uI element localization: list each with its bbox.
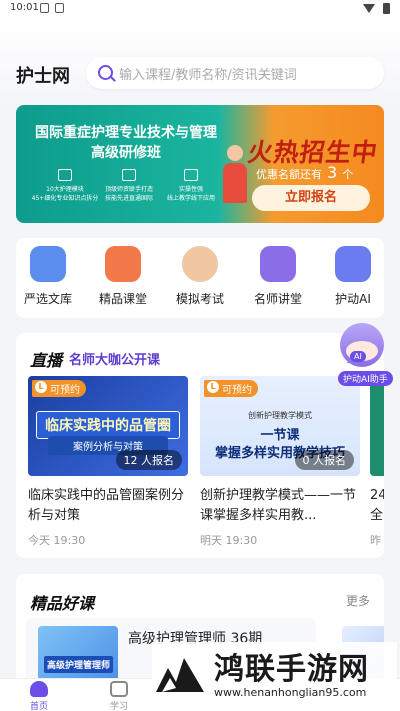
thumb-title: 临床实践中的品管圈 xyxy=(36,411,180,439)
live-card-thumbnail xyxy=(370,376,384,476)
feature-icon xyxy=(58,169,72,181)
status-notification-icons xyxy=(40,3,64,13)
notification-icon xyxy=(40,3,49,13)
status-bar: 10:01 xyxy=(0,0,400,18)
feature-line2: 45+细化专业知识点拆分 xyxy=(31,195,99,202)
live-heading: 直播 xyxy=(30,351,63,370)
tab-label: 学习 xyxy=(109,702,128,711)
search-input[interactable]: 输入课程/教师名称/资讯关键词 xyxy=(86,57,384,89)
quality-more-link[interactable]: 更多 xyxy=(346,592,370,609)
live-card-title: 临床实践中的品管圈案例分析与对策 xyxy=(28,488,185,523)
banner-feature: 10大护理模块 45+细化专业知识点拆分 xyxy=(30,169,100,203)
banner-illustration xyxy=(222,145,248,207)
live-card-title: 创新护理教学模式——一节课掌握多样实用教... xyxy=(200,488,357,523)
banner-title-line2: 高级研修班 xyxy=(91,145,161,161)
category-label: 模拟考试 xyxy=(175,292,224,306)
feature-line1: 顶级师资联手打造 xyxy=(104,186,153,193)
battery-icon xyxy=(383,3,390,14)
watermark: 鸿联手游网 www.henanhonglian95.com xyxy=(152,642,397,706)
banner-feature: 顶级师资联手打造 技能先进直通国际 xyxy=(94,169,164,203)
category-label: 严选文库 xyxy=(23,292,72,306)
promo-banner[interactable]: 国际重症护理专业技术与管理 高级研修班 10大护理模块 45+细化专业知识点拆分… xyxy=(16,105,384,223)
category-courses[interactable]: 精品课堂 xyxy=(88,246,158,307)
thumb-line2: 一节课 xyxy=(260,428,300,443)
feature-line1: 实操性强 xyxy=(178,186,203,193)
banner-title-line1: 国际重症护理专业技术与管理 xyxy=(35,125,217,141)
tab-home[interactable]: 首页 xyxy=(14,681,64,711)
category-teachers[interactable]: 名师讲堂 xyxy=(243,246,313,307)
wifi-icon xyxy=(363,4,375,13)
watermark-text: 鸿联手游网 xyxy=(214,652,369,687)
course-thumb-text: 高级护理管理师 xyxy=(44,656,114,673)
thumb-line1: 创新护理教学模式 xyxy=(248,411,312,420)
live-card-title: 24 全 xyxy=(370,488,384,523)
register-now-button[interactable]: 立即报名 xyxy=(252,185,370,211)
diamond-icon xyxy=(105,246,141,282)
reservable-badge: 可预约 xyxy=(32,380,86,397)
watermark-url: www.henanhonglian95.com xyxy=(214,686,367,699)
tab-label: 首页 xyxy=(29,702,48,711)
ai-icon xyxy=(335,246,371,282)
tab-study[interactable]: 学习 xyxy=(94,681,144,711)
live-card[interactable]: 可预约 创新护理教学模式 一节课 掌握多样实用教学技巧 0 人报名 创新护理教学… xyxy=(200,376,360,548)
banner-title: 国际重症护理专业技术与管理 高级研修班 xyxy=(26,123,226,163)
status-time: 10:01 xyxy=(10,2,39,13)
live-card[interactable]: 可预约 临床实践中的品管圈 案例分析与对策 12 人报名 临床实践中的品管圈案例… xyxy=(28,376,188,548)
header: 护士网 输入课程/教师名称/资讯关键词 xyxy=(0,18,400,108)
category-mock-exam[interactable]: 模拟考试 xyxy=(165,246,235,307)
live-card-thumbnail: 可预约 创新护理教学模式 一节课 掌握多样实用教学技巧 0 人报名 xyxy=(200,376,360,476)
banner-subtext: 优惠名额还有 3 个 xyxy=(256,163,354,182)
ai-assistant-float[interactable]: AI 护动AI助手 xyxy=(332,323,393,386)
signup-count: 12 人报名 xyxy=(115,450,182,470)
category-shortcuts: 严选文库 精品课堂 模拟考试 名师讲堂 护动AI xyxy=(16,238,384,318)
live-card-time: 明天 19:30 xyxy=(200,534,258,547)
study-icon xyxy=(110,681,128,697)
category-label: 护动AI xyxy=(335,292,371,306)
live-card-time: 今天 19:30 xyxy=(28,534,86,547)
category-label: 名师讲堂 xyxy=(253,292,302,306)
category-library[interactable]: 严选文库 xyxy=(13,246,83,307)
signup-count: 0 人报名 xyxy=(294,450,354,470)
app-logo: 护士网 xyxy=(16,66,70,87)
status-system-icons xyxy=(363,3,390,14)
teacher-icon xyxy=(260,246,296,282)
live-card-peek[interactable]: 24 全 昨 xyxy=(370,376,384,548)
banner-feature: 实操性强 线上教学线下应用 xyxy=(156,169,226,203)
watermark-logo-icon xyxy=(156,658,204,692)
ai-badge: AI xyxy=(350,351,366,362)
live-section: 直播 名师大咖公开课 更多 可预约 临床实践中的品管圈 案例分析与对策 12 人… xyxy=(16,333,384,558)
category-ai[interactable]: 护动AI xyxy=(318,246,388,307)
category-label: 精品课堂 xyxy=(98,292,147,306)
home-icon xyxy=(30,681,48,697)
feature-line1: 10大护理模块 xyxy=(46,186,84,193)
book-icon xyxy=(30,246,66,282)
live-card-thumbnail: 可预约 临床实践中的品管圈 案例分析与对策 12 人报名 xyxy=(28,376,188,476)
quality-heading: 精品好课 xyxy=(30,594,95,613)
notification-icon xyxy=(55,3,64,13)
search-placeholder: 输入课程/教师名称/资讯关键词 xyxy=(119,68,297,83)
mascot-icon xyxy=(182,246,218,282)
ai-assistant-label: 护动AI助手 xyxy=(338,371,393,386)
search-icon xyxy=(98,65,113,80)
feature-line2: 线上教学线下应用 xyxy=(166,195,215,202)
feature-icon xyxy=(122,169,136,181)
live-subheading: 名师大咖公开课 xyxy=(69,353,161,368)
feature-line2: 技能先进直通国际 xyxy=(104,195,153,202)
reservable-badge: 可预约 xyxy=(204,380,258,397)
live-card-time: 昨 xyxy=(370,534,381,547)
feature-icon xyxy=(184,169,198,181)
